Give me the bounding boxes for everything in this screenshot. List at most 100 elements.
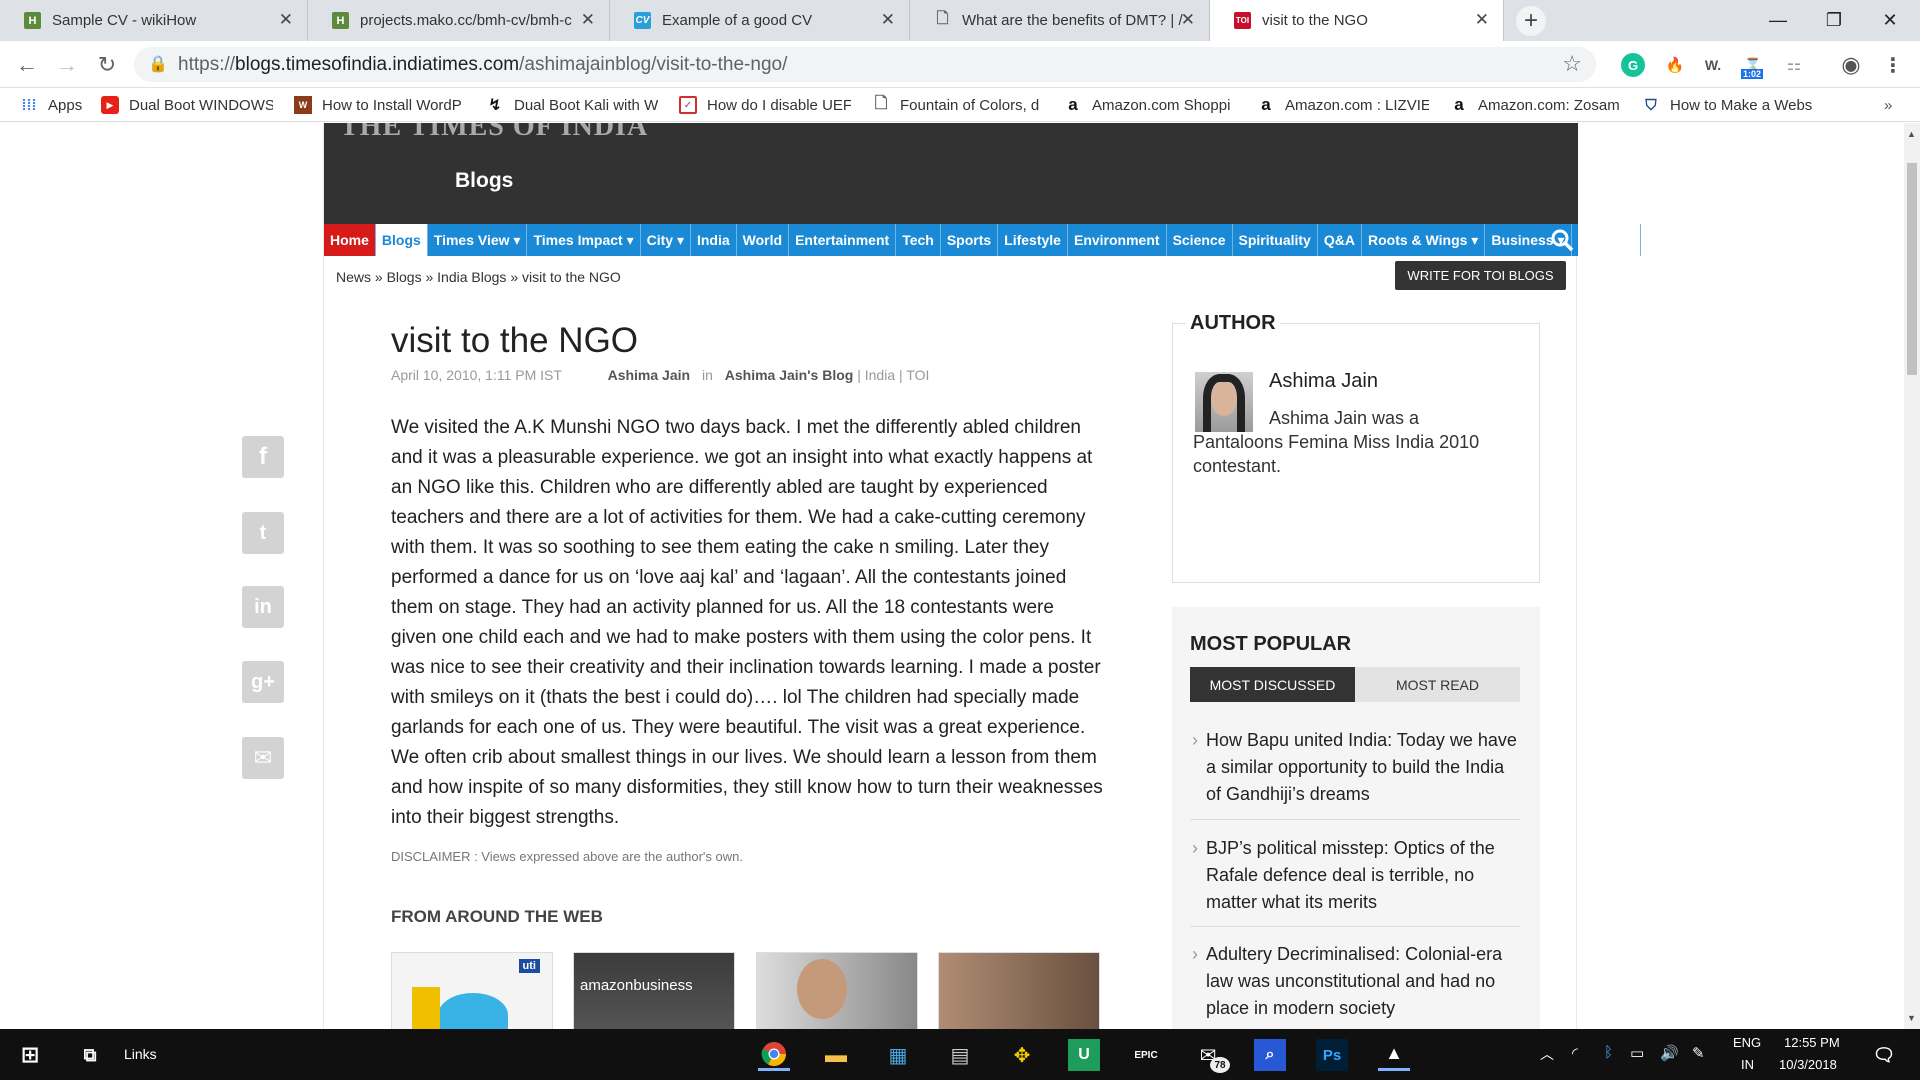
menu-item-world[interactable]: World (737, 224, 790, 256)
section-title[interactable]: Blogs (455, 169, 513, 193)
menu-kebab-icon[interactable]: ⋮ (1881, 53, 1905, 77)
timer-extension-icon[interactable]: ⌛ 1:02 (1741, 53, 1765, 79)
sponsored-card[interactable]: amazonbusiness (573, 952, 735, 1029)
grammarly-icon[interactable]: G (1621, 53, 1645, 77)
file-explorer-icon[interactable]: ▬ (820, 1039, 852, 1071)
bookmark-item[interactable]: a Amazon.com : LIZVIE (1257, 94, 1429, 116)
chrome-icon[interactable] (758, 1039, 790, 1071)
blog-name-link[interactable]: Ashima Jain's Blog (725, 367, 854, 383)
mail-icon[interactable]: ✉ 78 (1192, 1039, 1230, 1073)
scrollbar-thumb[interactable] (1907, 163, 1917, 375)
volume-icon[interactable]: 🔊 (1660, 1044, 1679, 1062)
sponsored-card[interactable] (756, 952, 918, 1029)
browser-tab-active[interactable]: TOI visit to the NGO ✕ (1210, 0, 1504, 41)
write-for-toi-blogs-button[interactable]: WRITE FOR TOI BLOGS (1395, 261, 1566, 290)
menu-item-city[interactable]: City ▾ (641, 224, 691, 256)
fire-extension-icon[interactable]: 🔥 (1663, 53, 1687, 77)
popular-item[interactable]: Adultery Decriminalised: Colonial-era la… (1190, 941, 1520, 1022)
linkedin-icon[interactable]: in (242, 586, 284, 628)
tab-most-discussed[interactable]: MOST DISCUSSED (1190, 667, 1355, 702)
maximize-button[interactable]: ❐ (1806, 0, 1862, 41)
bookmark-item[interactable]: 🗋 Fountain of Colors, d (872, 94, 1044, 116)
image-viewer-icon[interactable]: ▲ (1378, 1039, 1410, 1071)
close-icon[interactable]: ✕ (581, 10, 595, 30)
google-plus-icon[interactable]: g+ (242, 661, 284, 703)
bookmark-item[interactable]: W How to Install WordP (294, 94, 466, 116)
new-tab-button[interactable]: + (1516, 6, 1546, 36)
clock-time[interactable]: 12:55 PM (1784, 1035, 1840, 1050)
photos-app-icon[interactable]: ▤ (944, 1039, 976, 1071)
photoshop-icon[interactable]: Ps (1316, 1039, 1348, 1071)
bluetooth-icon[interactable]: ᛒ (1604, 1044, 1613, 1061)
menu-item-times-impact[interactable]: Times Impact ▾ (527, 224, 641, 256)
bookmark-item[interactable]: a Amazon.com Shoppi (1064, 94, 1236, 116)
breadcrumb[interactable]: News » Blogs » India Blogs » visit to th… (336, 269, 621, 285)
back-arrow-icon[interactable]: ← (12, 50, 42, 80)
author-name[interactable]: Ashima Jain (1269, 370, 1378, 393)
bookmark-item[interactable]: a Amazon.com: Zosam (1450, 94, 1622, 116)
article-tags[interactable]: | India | TOI (857, 367, 929, 383)
battery-icon[interactable]: ▭ (1630, 1044, 1644, 1062)
twitter-icon[interactable]: t (242, 512, 284, 554)
bookmark-item[interactable]: ⛉ How to Make a Webs (1642, 94, 1814, 116)
search-icon[interactable] (1546, 224, 1578, 256)
browser-tab[interactable]: CV Example of a good CV ✕ (610, 0, 910, 41)
bookmark-item[interactable]: ▶ Dual Boot WINDOWS (101, 94, 273, 116)
page-scrollbar[interactable]: ▲ ▼ (1904, 123, 1920, 1029)
search-app-icon[interactable]: ⌕ (1254, 1039, 1286, 1071)
close-icon[interactable]: ✕ (881, 10, 895, 30)
task-view-icon[interactable]: ⧉ (74, 1039, 106, 1071)
region-label[interactable]: IN (1741, 1057, 1754, 1072)
close-icon[interactable]: ✕ (1181, 10, 1195, 30)
tray-chevron-icon[interactable]: ︿ (1540, 1044, 1554, 1064)
bookmark-apps[interactable]: ⁞⁞⁞ Apps (20, 94, 83, 116)
pen-icon[interactable]: ✎ (1692, 1044, 1705, 1062)
author-link[interactable]: Ashima Jain (608, 367, 690, 383)
tab-most-read[interactable]: MOST READ (1355, 667, 1520, 702)
menu-item-india[interactable]: India (691, 224, 737, 256)
address-bar[interactable]: 🔒 https://blogs.timesofindia.indiatimes.… (134, 47, 1596, 82)
toi-logo[interactable]: THE TIMES OF INDIA (340, 123, 648, 143)
bookmark-item[interactable]: ✓ How do I disable UEF (679, 94, 851, 116)
browser-tab[interactable]: H Sample CV - wikiHow ✕ (0, 0, 308, 41)
email-icon[interactable]: ✉ (242, 737, 284, 779)
forward-arrow-icon[interactable]: → (52, 50, 82, 80)
sponsored-card[interactable] (938, 952, 1100, 1029)
scroll-down-icon[interactable]: ▼ (1907, 1013, 1916, 1023)
menu-item-science[interactable]: Science (1167, 224, 1233, 256)
menu-item-lifestyle[interactable]: Lifestyle (998, 224, 1068, 256)
links-toolbar-label[interactable]: Links (124, 1046, 157, 1062)
language-label[interactable]: ENG (1733, 1035, 1761, 1050)
sponsored-card[interactable]: uti (391, 952, 553, 1029)
upwork-icon[interactable]: U (1068, 1039, 1100, 1071)
translate-extension-icon[interactable]: ⚏ (1782, 53, 1806, 77)
menu-item-qa[interactable]: Q&A (1318, 224, 1362, 256)
menu-item-spirituality[interactable]: Spirituality (1233, 224, 1318, 256)
puzzle-app-icon[interactable]: ✥ (1006, 1039, 1038, 1071)
browser-tab[interactable]: H projects.mako.cc/bmh-cv/bmh-c ✕ (308, 0, 610, 41)
popular-item[interactable]: How Bapu united India: Today we have a s… (1190, 727, 1520, 808)
close-window-button[interactable]: ✕ (1862, 0, 1918, 41)
menu-item-times-view[interactable]: Times View ▾ (428, 224, 528, 256)
epic-games-icon[interactable]: EPIC (1130, 1039, 1162, 1071)
menu-item-reviews[interactable]: Reviews (1572, 224, 1641, 256)
menu-item-entertainment[interactable]: Entertainment (789, 224, 897, 256)
menu-item-roots-wings[interactable]: Roots & Wings ▾ (1362, 224, 1486, 256)
popular-item[interactable]: BJP’s political misstep: Optics of the R… (1190, 835, 1520, 916)
close-icon[interactable]: ✕ (1475, 10, 1489, 30)
windows-start-icon[interactable]: ⊞ (14, 1039, 46, 1071)
wifi-icon[interactable]: ◜ (1572, 1044, 1578, 1062)
menu-item-sports[interactable]: Sports (941, 224, 999, 256)
menu-item-blogs[interactable]: Blogs (375, 224, 428, 256)
scroll-up-icon[interactable]: ▲ (1907, 129, 1916, 139)
notifications-icon[interactable]: 🗨 (1868, 1039, 1900, 1071)
reload-icon[interactable]: ↻ (92, 50, 122, 80)
wikiwand-icon[interactable]: W. (1701, 53, 1725, 77)
contacts-icon[interactable]: ▦ (882, 1039, 914, 1071)
close-icon[interactable]: ✕ (279, 10, 293, 30)
minimize-button[interactable]: — (1750, 0, 1806, 41)
clock-date[interactable]: 10/3/2018 (1779, 1057, 1837, 1072)
browser-tab[interactable]: 🗋 What are the benefits of DMT? | / ✕ (910, 0, 1210, 41)
menu-item-environment[interactable]: Environment (1068, 224, 1167, 256)
menu-item-tech[interactable]: Tech (896, 224, 941, 256)
